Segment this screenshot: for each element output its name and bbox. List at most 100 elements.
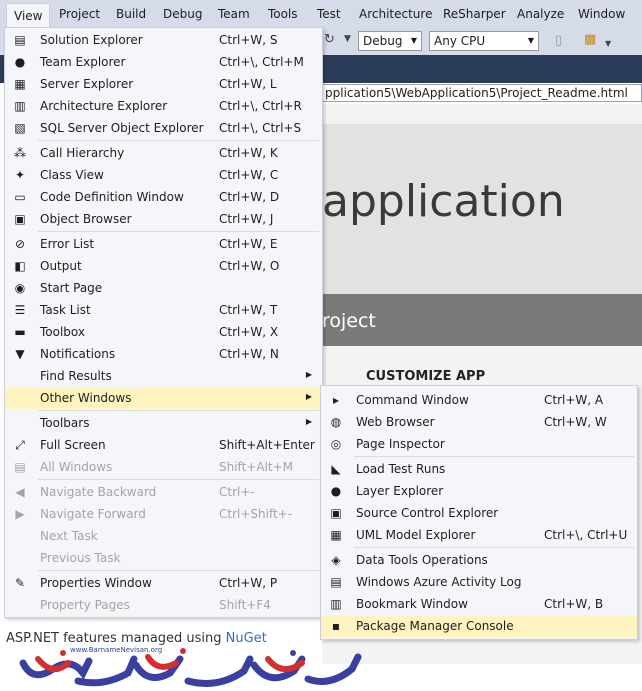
web-browser-icon: ◍ [330,415,342,429]
menu-item-label: Navigate Backward [40,485,157,499]
layer-explorer-icon: ● [330,484,342,498]
menu-item-uml-model-explorer[interactable]: ▦ UML Model Explorer Ctrl+\, Ctrl+U [321,524,637,546]
platform-value: Any CPU [434,34,486,48]
menu-item-label: Load Test Runs [356,462,446,476]
menu-item-object-browser[interactable]: ▣ Object Browser Ctrl+W, J [5,208,322,230]
menu-item-page-inspector[interactable]: ◎ Page Inspector [321,433,637,455]
customize-app-heading: CUSTOMIZE APP [366,369,486,384]
project-band-title: roject [322,310,376,332]
find-icon[interactable]: ▩ [584,32,596,47]
redo-icon[interactable]: ↻ [324,32,335,47]
menu-item-data-tools-operations[interactable]: ◈ Data Tools Operations [321,549,637,571]
toolbar-overflow-icon[interactable]: ▼ [605,39,611,48]
menu-item-shortcut: Ctrl+\, Ctrl+M [219,55,304,69]
menu-item-notifications[interactable]: ▼ Notifications Ctrl+W, N [5,343,322,365]
menu-item-web-browser[interactable]: ◍ Web Browser Ctrl+W, W [321,411,637,433]
menu-item-label: Server Explorer [40,77,134,91]
menu-item-output[interactable]: ◧ Output Ctrl+W, O [5,255,322,277]
menu-item-error-list[interactable]: ⊘ Error List Ctrl+W, E [5,233,322,255]
menu-project[interactable]: Project [59,7,100,21]
menu-item-label: Windows Azure Activity Log [356,575,522,589]
menu-item-shortcut: Ctrl+\, Ctrl+S [219,121,302,135]
menu-item-code-definition-window[interactable]: ▭ Code Definition Window Ctrl+W, D [5,186,322,208]
redo-dropdown-icon[interactable]: ▼ [344,34,351,44]
menu-item-label: Source Control Explorer [356,506,499,520]
menu-item-label: Error List [40,237,95,251]
object-browser-icon: ▣ [14,212,26,226]
menu-item-full-screen[interactable]: ⤢ Full Screen Shift+Alt+Enter [5,434,322,456]
menu-item-task-list[interactable]: ☰ Task List Ctrl+W, T [5,299,322,321]
menu-item-find-results[interactable]: Find Results ▶ [5,365,322,387]
menu-item-label: Page Inspector [356,437,445,451]
menu-item-property-pages[interactable]: Property Pages Shift+F4 [5,594,322,616]
menu-item-architecture-explorer[interactable]: ▥ Architecture Explorer Ctrl+\, Ctrl+R [5,95,322,117]
menu-item-server-explorer[interactable]: ▦ Server Explorer Ctrl+W, L [5,73,322,95]
menu-debug[interactable]: Debug [163,7,202,21]
menu-item-label: SQL Server Object Explorer [40,121,204,135]
address-bar[interactable]: pplication5\WebApplication5\Project_Read… [322,84,642,102]
menu-item-navigate-backward[interactable]: ◀ Navigate Backward Ctrl+- [5,481,322,503]
start-page-icon: ◉ [14,281,26,295]
menu-architecture[interactable]: Architecture [359,7,432,21]
menu-team[interactable]: Team [218,7,250,21]
menu-item-team-explorer[interactable]: ● Team Explorer Ctrl+\, Ctrl+M [5,51,322,73]
menu-item-label: Data Tools Operations [356,553,488,567]
menu-item-command-window[interactable]: ▸ Command Window Ctrl+W, A [321,389,637,411]
menu-item-package-manager-console[interactable]: ▪ Package Manager Console [321,615,637,637]
menu-item-shortcut: Ctrl+W, J [219,212,274,226]
menu-item-windows-azure-activity-log[interactable]: ▤ Windows Azure Activity Log [321,571,637,593]
barnamenevisan-logo: www.BarnameNevisan.org [19,646,362,687]
toolbox-icon: ▬ [14,325,26,339]
menu-item-label: Bookmark Window [356,597,468,611]
menu-item-shortcut: Ctrl+W, X [219,325,279,339]
configuration-dropdown[interactable]: Debug ▼ [358,31,422,51]
attach-icon[interactable]: ▯ [555,33,562,48]
menu-item-all-windows[interactable]: ▤ All Windows Shift+Alt+M [5,456,322,478]
menu-item-label: Toolbars [40,416,90,430]
menu-analyze[interactable]: Analyze [517,7,564,21]
menu-item-label: Toolbox [40,325,85,339]
menu-item-bookmark-window[interactable]: ▥ Bookmark Window Ctrl+W, B [321,593,637,615]
output-icon: ◧ [14,259,26,273]
menu-item-shortcut: Ctrl+Shift+- [219,507,293,521]
menu-item-toolbars[interactable]: Toolbars ▶ [5,412,322,434]
menu-item-source-control-explorer[interactable]: ▣ Source Control Explorer [321,502,637,524]
menu-separator [38,570,319,571]
load-test-runs-icon: ◣ [331,462,341,476]
menu-build[interactable]: Build [116,7,146,21]
menu-resharper[interactable]: ReSharper [443,7,506,21]
menu-item-label: Properties Window [40,576,152,590]
menu-separator [354,456,634,457]
configuration-value: Debug [363,34,403,48]
platform-dropdown[interactable]: Any CPU ▼ [429,31,539,51]
menu-item-solution-explorer[interactable]: ▤ Solution Explorer Ctrl+W, S [5,29,322,51]
menu-tools[interactable]: Tools [268,7,298,21]
logo-script-blue [19,653,362,687]
submenu-arrow-icon: ▶ [305,392,312,401]
menu-window[interactable]: Window [578,7,625,21]
menu-item-start-page[interactable]: ◉ Start Page [5,277,322,299]
menu-item-load-test-runs[interactable]: ◣ Load Test Runs [321,458,637,480]
menu-item-shortcut: Ctrl+\, Ctrl+U [544,528,628,542]
menu-item-previous-task[interactable]: Previous Task [5,547,322,569]
menu-item-class-view[interactable]: ✦ Class View Ctrl+W, C [5,164,322,186]
menu-item-sql-server-object-explorer[interactable]: ▧ SQL Server Object Explorer Ctrl+\, Ctrl+… [5,117,322,139]
menu-item-other-windows[interactable]: Other Windows ▶ [5,387,322,409]
menu-view[interactable]: View [6,3,51,27]
menu-item-shortcut: Shift+Alt+M [219,460,293,474]
menu-item-shortcut: Ctrl+W, N [219,347,279,361]
menu-item-label: Next Task [40,529,98,543]
menu-test[interactable]: Test [317,7,341,21]
menu-item-properties-window[interactable]: ✎ Properties Window Ctrl+W, P [5,572,322,594]
menu-item-toolbox[interactable]: ▬ Toolbox Ctrl+W, X [5,321,322,343]
error-list-icon: ⊘ [14,237,26,251]
menu-item-layer-explorer[interactable]: ● Layer Explorer [321,480,637,502]
menu-item-label: Task List [40,303,91,317]
menu-item-label: Architecture Explorer [40,99,168,113]
azure-activity-icon: ▤ [330,575,342,589]
menu-item-navigate-forward[interactable]: ▶ Navigate Forward Ctrl+Shift+- [5,503,322,525]
logo-url-text: www.BarnameNevisan.org [70,646,162,654]
menu-item-call-hierarchy[interactable]: ⁂ Call Hierarchy Ctrl+W, K [5,142,322,164]
menu-item-next-task[interactable]: Next Task [5,525,322,547]
menu-item-label: Package Manager Console [356,619,514,633]
